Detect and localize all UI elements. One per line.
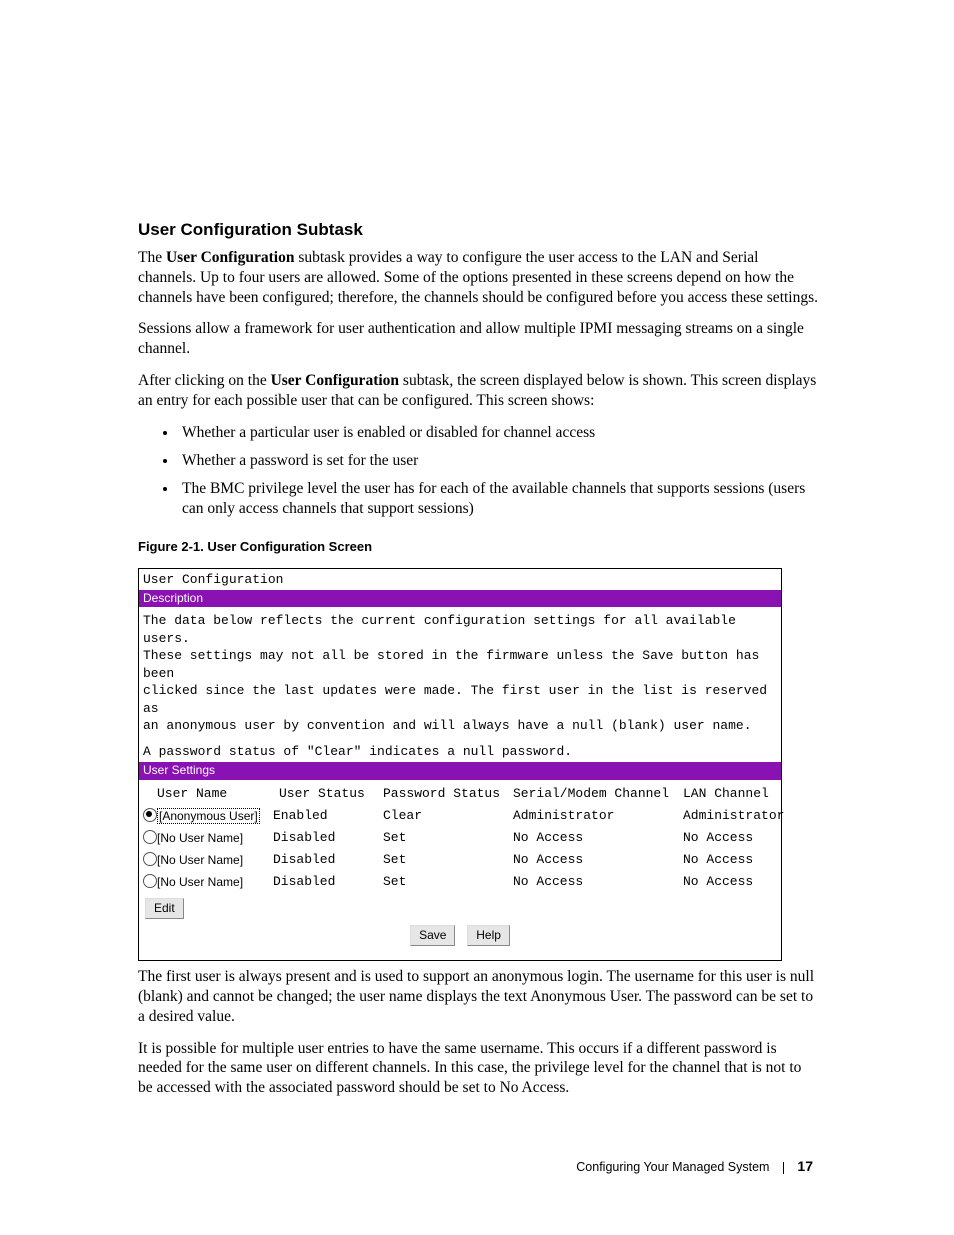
paragraph-3: After clicking on the User Configuration…: [138, 371, 819, 411]
radio-button[interactable]: [143, 808, 157, 822]
page-content: User Configuration Subtask The User Conf…: [0, 0, 954, 1174]
user-status-cell: Disabled: [273, 829, 383, 847]
table-row: [Anonymous User] Enabled Clear Administr…: [143, 805, 777, 827]
section-heading: User Configuration Subtask: [138, 220, 819, 240]
user-name-cell: [No User Name]: [157, 874, 273, 890]
col-header-lan: LAN Channel: [683, 785, 793, 803]
figure-caption: Figure 2-1. User Configuration Screen: [138, 539, 819, 554]
user-status-cell: Disabled: [273, 873, 383, 891]
password-status-cell: Set: [383, 829, 513, 847]
page-number: 17: [797, 1158, 813, 1174]
user-name-cell: [Anonymous User]: [157, 808, 273, 824]
selected-user-name: [Anonymous User]: [157, 808, 260, 824]
desc-line: clicked since the last updates were made…: [143, 682, 777, 717]
bold-term: User Configuration: [166, 249, 294, 266]
text: After clicking on the: [138, 372, 271, 389]
desc-line: an anonymous user by convention and will…: [143, 717, 777, 735]
lan-channel-cell: No Access: [683, 829, 793, 847]
list-item: The BMC privilege level the user has for…: [178, 479, 819, 519]
paragraph-1: The User Configuration subtask provides …: [138, 248, 819, 307]
edit-button[interactable]: Edit: [145, 898, 184, 919]
desc-line: The data below reflects the current conf…: [143, 612, 777, 647]
paragraph-5: It is possible for multiple user entries…: [138, 1039, 819, 1098]
serial-channel-cell: No Access: [513, 873, 683, 891]
col-header-pw: Password Status: [383, 785, 513, 803]
radio-button[interactable]: [143, 852, 157, 866]
footer-separator: [783, 1162, 784, 1174]
user-config-screenshot: User Configuration Description The data …: [138, 568, 782, 961]
col-header-name: User Name: [157, 785, 279, 803]
help-button[interactable]: Help: [467, 925, 510, 946]
password-status-cell: Set: [383, 873, 513, 891]
edit-button-row: Edit: [139, 895, 781, 921]
bold-term: User Configuration: [271, 372, 399, 389]
lan-channel-cell: No Access: [683, 873, 793, 891]
save-button[interactable]: Save: [410, 925, 455, 946]
desc-line: A password status of "Clear" indicates a…: [143, 743, 777, 761]
table-row: [No User Name] Disabled Set No Access No…: [143, 871, 777, 893]
serial-channel-cell: No Access: [513, 829, 683, 847]
text: The: [138, 249, 166, 266]
serial-channel-cell: No Access: [513, 851, 683, 869]
footer-text: Configuring Your Managed System: [576, 1160, 769, 1174]
user-settings-bar: User Settings: [139, 762, 781, 779]
user-table: User Name User Status Password Status Se…: [139, 780, 781, 895]
page-footer: Configuring Your Managed System 17: [138, 1158, 819, 1174]
serial-channel-cell: Administrator: [513, 807, 683, 825]
paragraph-4: The first user is always present and is …: [138, 967, 819, 1026]
lan-channel-cell: Administrator: [683, 807, 793, 825]
user-status-cell: Enabled: [273, 807, 383, 825]
table-header-row: User Name User Status Password Status Se…: [143, 783, 777, 805]
window-title: User Configuration: [139, 569, 781, 590]
description-bar: Description: [139, 590, 781, 607]
password-status-cell: Set: [383, 851, 513, 869]
col-header-status: User Status: [279, 785, 383, 803]
list-item: Whether a password is set for the user: [178, 451, 819, 471]
paragraph-2: Sessions allow a framework for user auth…: [138, 319, 819, 359]
radio-button[interactable]: [143, 874, 157, 888]
table-row: [No User Name] Disabled Set No Access No…: [143, 827, 777, 849]
user-name-cell: [No User Name]: [157, 852, 273, 868]
radio-button[interactable]: [143, 830, 157, 844]
user-status-cell: Disabled: [273, 851, 383, 869]
bullet-list: Whether a particular user is enabled or …: [138, 423, 819, 520]
desc-line: These settings may not all be stored in …: [143, 647, 777, 682]
bottom-button-row: Save Help: [139, 921, 781, 960]
user-name-cell: [No User Name]: [157, 830, 273, 846]
list-item: Whether a particular user is enabled or …: [178, 423, 819, 443]
lan-channel-cell: No Access: [683, 851, 793, 869]
description-text: The data below reflects the current conf…: [139, 607, 781, 762]
table-row: [No User Name] Disabled Set No Access No…: [143, 849, 777, 871]
password-status-cell: Clear: [383, 807, 513, 825]
col-header-sm: Serial/Modem Channel: [513, 785, 683, 803]
